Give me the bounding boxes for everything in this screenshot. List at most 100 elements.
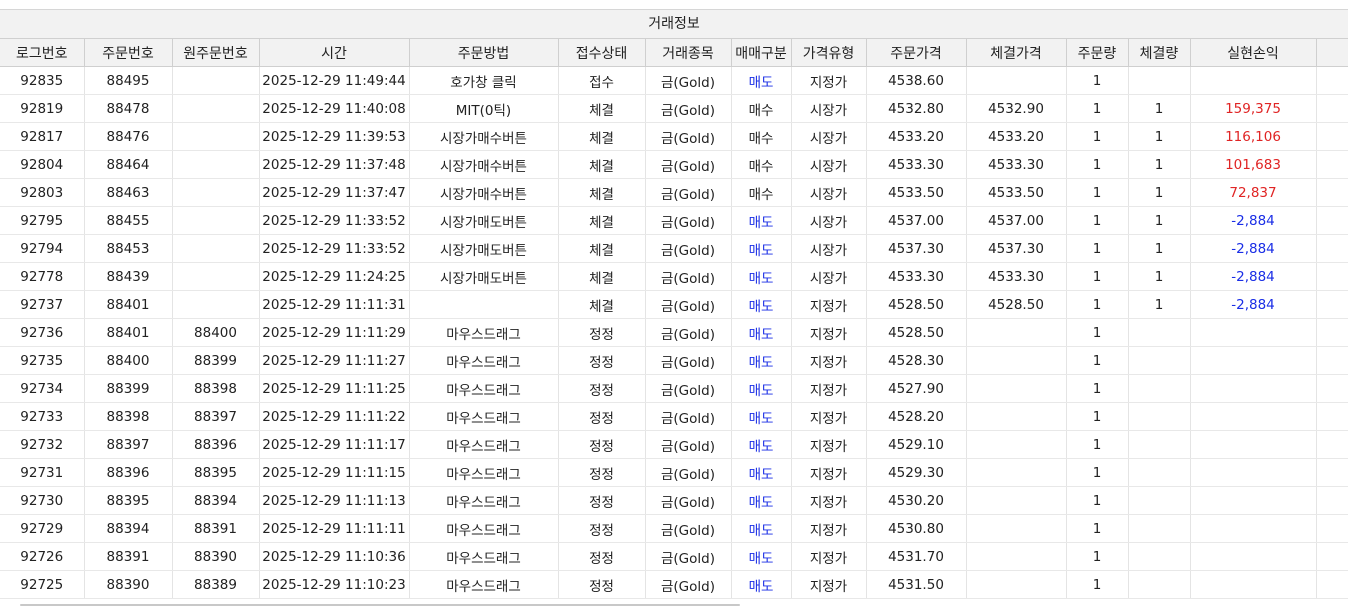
cell-order-price: 4531.70	[866, 542, 967, 571]
cell-order-method: 마우스드래그	[409, 402, 559, 431]
cell-status: 체결	[558, 94, 646, 123]
cell-log-no: 92733	[0, 402, 85, 431]
cell-fill-price	[966, 318, 1067, 347]
table-row[interactable]: 92819 88478 2025-12-29 11:40:08 MIT(0틱) 체결 금(…	[0, 94, 1348, 123]
col-header-time[interactable]: 시간	[259, 39, 410, 67]
cell-spacer	[1316, 486, 1348, 515]
table-row[interactable]: 92804 88464 2025-12-29 11:37:48 시장가매수버튼 체결 금(…	[0, 150, 1348, 179]
cell-order-price: 4533.50	[866, 178, 967, 207]
cell-order-price: 4528.20	[866, 402, 967, 431]
col-header-fill-qty[interactable]: 체결량	[1128, 39, 1191, 67]
cell-order-price: 4528.50	[866, 290, 967, 319]
cell-order-qty: 1	[1066, 514, 1129, 543]
cell-orig-order-no: 88391	[172, 514, 260, 543]
col-header-order-no[interactable]: 주문번호	[84, 39, 173, 67]
cell-realized-pnl: 116,106	[1190, 122, 1317, 151]
table-row[interactable]: 92734 88399 88398 2025-12-29 11:11:25 마우스드래그…	[0, 374, 1348, 403]
cell-order-method: 시장가매수버튼	[409, 150, 559, 179]
cell-order-price: 4528.30	[866, 346, 967, 375]
cell-realized-pnl	[1190, 430, 1317, 459]
cell-order-price: 4537.00	[866, 206, 967, 235]
cell-side: 매수	[731, 122, 792, 151]
col-header-fill-price[interactable]: 체결가격	[966, 39, 1067, 67]
col-header-order-qty[interactable]: 주문량	[1066, 39, 1129, 67]
table-row[interactable]: 92817 88476 2025-12-29 11:39:53 시장가매수버튼 체결 금(…	[0, 122, 1348, 151]
cell-status: 정정	[558, 402, 646, 431]
cell-item: 금(Gold)	[645, 514, 732, 543]
cell-spacer	[1316, 150, 1348, 179]
cell-orig-order-no	[172, 150, 260, 179]
cell-order-price: 4529.10	[866, 430, 967, 459]
table-row[interactable]: 92803 88463 2025-12-29 11:37:47 시장가매수버튼 체결 금(…	[0, 178, 1348, 207]
cell-item: 금(Gold)	[645, 542, 732, 571]
table-row[interactable]: 92835 88495 2025-12-29 11:49:44 호가창 클릭 접수 금(G…	[0, 66, 1348, 95]
cell-order-qty: 1	[1066, 150, 1129, 179]
table-row[interactable]: 92736 88401 88400 2025-12-29 11:11:29 마우스드래그…	[0, 318, 1348, 347]
table-row[interactable]: 92732 88397 88396 2025-12-29 11:11:17 마우스드래그…	[0, 430, 1348, 459]
cell-status: 체결	[558, 206, 646, 235]
cell-fill-price: 4533.30	[966, 150, 1067, 179]
col-header-log-no[interactable]: 로그번호	[0, 39, 85, 67]
cell-spacer	[1316, 262, 1348, 291]
cell-orig-order-no: 88395	[172, 458, 260, 487]
cell-fill-price: 4533.50	[966, 178, 1067, 207]
cell-order-method: MIT(0틱)	[409, 94, 559, 123]
group-header: 거래정보	[0, 10, 1348, 39]
cell-price-type: 지정가	[791, 542, 867, 571]
col-header-order-price[interactable]: 주문가격	[866, 39, 967, 67]
cell-order-no: 88455	[84, 206, 173, 235]
table-row[interactable]: 92737 88401 2025-12-29 11:11:31 체결 금(Gold) 매도…	[0, 290, 1348, 319]
table-row[interactable]: 92729 88394 88391 2025-12-29 11:11:11 마우스드래그…	[0, 514, 1348, 543]
col-header-order-method[interactable]: 주문방법	[409, 39, 559, 67]
cell-order-qty: 1	[1066, 94, 1129, 123]
table-row[interactable]: 92795 88455 2025-12-29 11:33:52 시장가매도버튼 체결 금(…	[0, 206, 1348, 235]
cell-time: 2025-12-29 11:11:29	[259, 318, 410, 347]
cell-time: 2025-12-29 11:11:11	[259, 514, 410, 543]
cell-item: 금(Gold)	[645, 262, 732, 291]
col-header-side[interactable]: 매매구분	[731, 39, 792, 67]
table-row[interactable]: 92735 88400 88399 2025-12-29 11:11:27 마우스드래그…	[0, 346, 1348, 375]
table-row[interactable]: 92731 88396 88395 2025-12-29 11:11:15 마우스드래그…	[0, 458, 1348, 487]
cell-order-price: 4533.30	[866, 262, 967, 291]
cell-side: 매수	[731, 94, 792, 123]
trade-log-panel: 거래정보 로그번호 주문번호 원주문번호 시간 주문방법 접수상태 거래종목 매…	[0, 0, 1348, 607]
cell-realized-pnl	[1190, 374, 1317, 403]
col-header-realized-pnl[interactable]: 실현손익	[1190, 39, 1317, 67]
cell-order-price: 4532.80	[866, 94, 967, 123]
cell-order-method: 시장가매수버튼	[409, 178, 559, 207]
cell-side: 매수	[731, 178, 792, 207]
cell-price-type: 지정가	[791, 486, 867, 515]
col-header-orig-order-no[interactable]: 원주문번호	[172, 39, 260, 67]
cell-spacer	[1316, 514, 1348, 543]
cell-price-type: 지정가	[791, 514, 867, 543]
cell-price-type: 시장가	[791, 94, 867, 123]
cell-order-qty: 1	[1066, 122, 1129, 151]
cell-order-method: 마우스드래그	[409, 346, 559, 375]
cell-order-qty: 1	[1066, 346, 1129, 375]
cell-status: 체결	[558, 122, 646, 151]
col-header-status[interactable]: 접수상태	[558, 39, 646, 67]
table-row[interactable]: 92778 88439 2025-12-29 11:24:25 시장가매도버튼 체결 금(…	[0, 262, 1348, 291]
cell-side: 매도	[731, 458, 792, 487]
table-row[interactable]: 92733 88398 88397 2025-12-29 11:11:22 마우스드래그…	[0, 402, 1348, 431]
table-row[interactable]: 92730 88395 88394 2025-12-29 11:11:13 마우스드래그…	[0, 486, 1348, 515]
horizontal-scrollbar[interactable]	[20, 604, 740, 606]
cell-log-no: 92726	[0, 542, 85, 571]
cell-order-method: 시장가매수버튼	[409, 122, 559, 151]
cell-side: 매수	[731, 150, 792, 179]
table-row[interactable]: 92725 88390 88389 2025-12-29 11:10:23 마우스드래그…	[0, 570, 1348, 599]
cell-price-type: 지정가	[791, 570, 867, 599]
table-row[interactable]: 92726 88391 88390 2025-12-29 11:10:36 마우스드래그…	[0, 542, 1348, 571]
cell-status: 정정	[558, 430, 646, 459]
cell-item: 금(Gold)	[645, 402, 732, 431]
col-header-price-type[interactable]: 가격유형	[791, 39, 867, 67]
cell-log-no: 92737	[0, 290, 85, 319]
cell-fill-qty	[1128, 66, 1191, 95]
cell-status: 접수	[558, 66, 646, 95]
cell-log-no: 92817	[0, 122, 85, 151]
col-header-item[interactable]: 거래종목	[645, 39, 732, 67]
table-row[interactable]: 92794 88453 2025-12-29 11:33:52 시장가매도버튼 체결 금(…	[0, 234, 1348, 263]
cell-time: 2025-12-29 11:33:52	[259, 206, 410, 235]
cell-order-qty: 1	[1066, 402, 1129, 431]
cell-orig-order-no	[172, 290, 260, 319]
